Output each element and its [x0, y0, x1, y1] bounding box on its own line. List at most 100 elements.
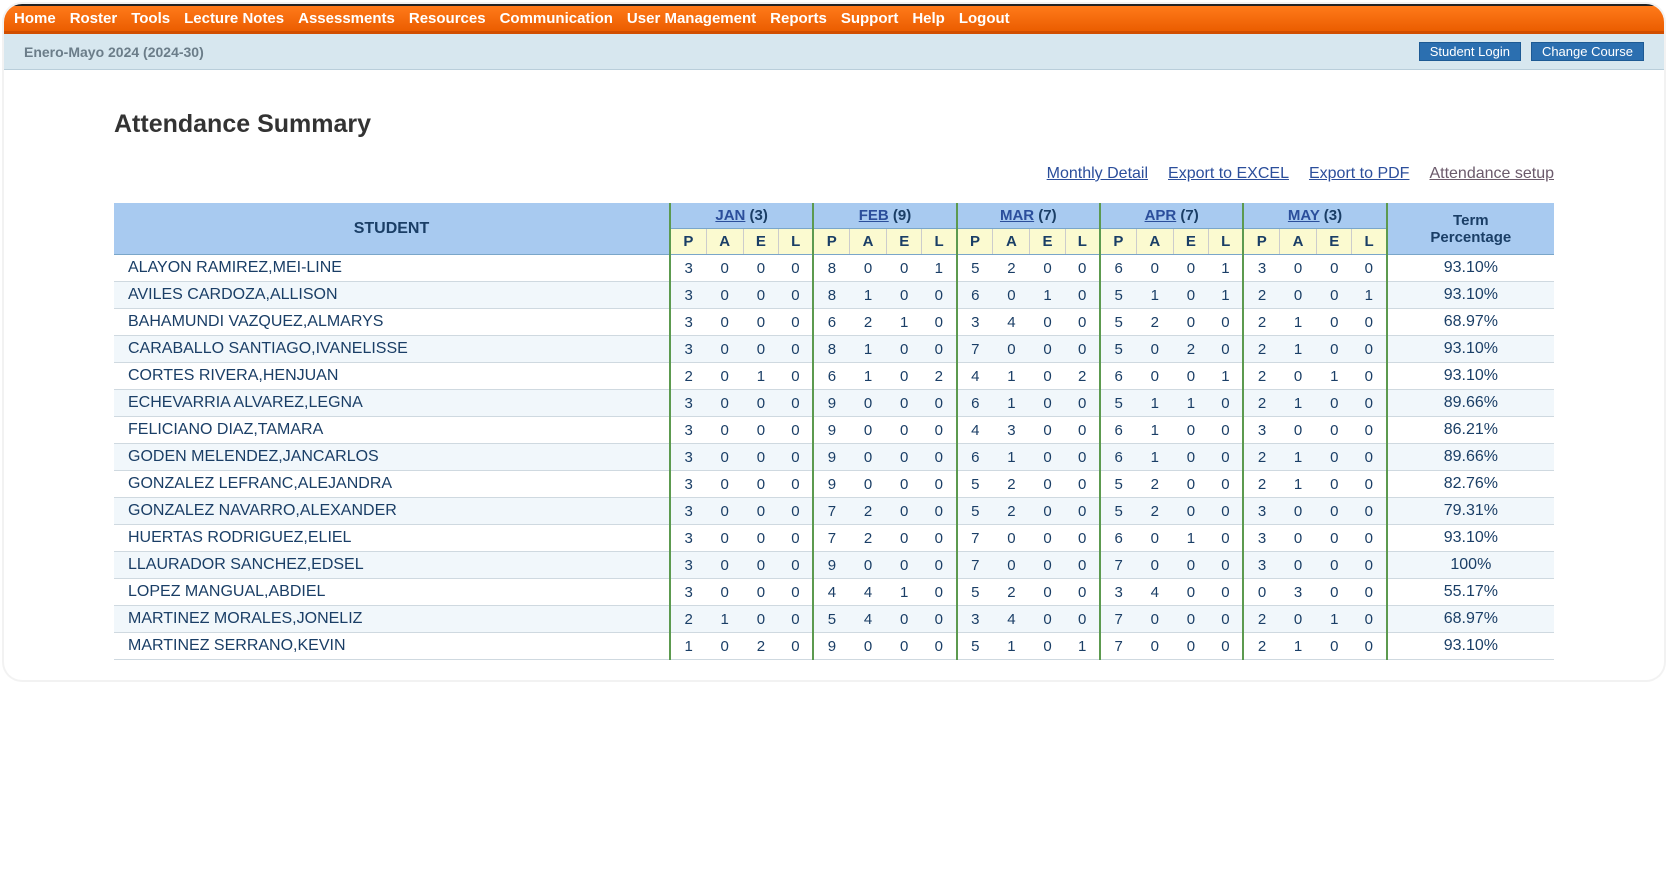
cell: 0 [1280, 282, 1317, 309]
pael-header: E [743, 229, 778, 255]
cell: 3 [670, 417, 706, 444]
term-percentage: 86.21% [1387, 417, 1554, 444]
cell: 0 [1173, 633, 1208, 660]
cell: 1 [1136, 444, 1173, 471]
nav-help[interactable]: Help [912, 10, 945, 27]
cell: 0 [779, 606, 814, 633]
student-name[interactable]: ECHEVARRIA ALVAREZ,LEGNA [114, 390, 670, 417]
student-login-button[interactable]: Student Login [1419, 42, 1521, 61]
cell: 0 [1317, 552, 1352, 579]
table-row: BAHAMUNDI VAZQUEZ,ALMARYS300062103400520… [114, 309, 1554, 336]
student-name[interactable]: LOPEZ MANGUAL,ABDIEL [114, 579, 670, 606]
cell: 0 [993, 336, 1030, 363]
cell: 0 [1209, 444, 1244, 471]
student-name[interactable]: MARTINEZ MORALES,JONELIZ [114, 606, 670, 633]
monthly-detail-link[interactable]: Monthly Detail [1047, 165, 1148, 183]
cell: 0 [1030, 255, 1065, 282]
cell: 0 [1352, 633, 1387, 660]
cell: 0 [706, 633, 743, 660]
attendance-setup-link[interactable]: Attendance setup [1429, 165, 1554, 183]
cell: 0 [1317, 282, 1352, 309]
student-name[interactable]: FELICIANO DIAZ,TAMARA [114, 417, 670, 444]
cell: 0 [706, 309, 743, 336]
pael-header: L [1209, 229, 1244, 255]
cell: 0 [1352, 525, 1387, 552]
cell: 6 [1100, 444, 1136, 471]
cell: 2 [1136, 471, 1173, 498]
nav-user-management[interactable]: User Management [627, 10, 756, 27]
cell: 0 [1065, 336, 1100, 363]
cell: 5 [957, 633, 993, 660]
cell: 0 [1209, 309, 1244, 336]
cell: 9 [813, 633, 849, 660]
cell: 2 [1243, 309, 1279, 336]
cell: 2 [1243, 606, 1279, 633]
cell: 0 [1317, 471, 1352, 498]
student-name[interactable]: LLAURADOR SANCHEZ,EDSEL [114, 552, 670, 579]
nav-assessments[interactable]: Assessments [298, 10, 395, 27]
cell: 0 [1065, 552, 1100, 579]
student-name[interactable]: ALAYON RAMIREZ,MEI-LINE [114, 255, 670, 282]
pael-header: A [993, 229, 1030, 255]
cell: 6 [1100, 363, 1136, 390]
cell: 1 [1136, 417, 1173, 444]
student-name[interactable]: HUERTAS RODRIGUEZ,ELIEL [114, 525, 670, 552]
cell: 0 [1136, 255, 1173, 282]
nav-home[interactable]: Home [14, 10, 56, 27]
cell: 0 [1209, 579, 1244, 606]
cell: 0 [1173, 282, 1208, 309]
nav-communication[interactable]: Communication [500, 10, 613, 27]
cell: 2 [1173, 336, 1208, 363]
cell: 0 [887, 471, 922, 498]
term-percentage: 93.10% [1387, 363, 1554, 390]
cell: 0 [1030, 552, 1065, 579]
export-pdf-link[interactable]: Export to PDF [1309, 165, 1409, 183]
nav-support[interactable]: Support [841, 10, 899, 27]
nav-tools[interactable]: Tools [131, 10, 170, 27]
student-name[interactable]: GONZALEZ NAVARRO,ALEXANDER [114, 498, 670, 525]
nav-resources[interactable]: Resources [409, 10, 486, 27]
pael-header: E [1030, 229, 1065, 255]
cell: 0 [1065, 282, 1100, 309]
pael-header: P [957, 229, 993, 255]
cell: 0 [1173, 255, 1208, 282]
cell: 2 [743, 633, 778, 660]
cell: 0 [1317, 444, 1352, 471]
nav-lecture-notes[interactable]: Lecture Notes [184, 10, 284, 27]
month-header-jan[interactable]: JAN (3) [670, 203, 813, 229]
cell: 1 [1136, 282, 1173, 309]
month-header-mar[interactable]: MAR (7) [957, 203, 1100, 229]
student-name[interactable]: GODEN MELENDEZ,JANCARLOS [114, 444, 670, 471]
student-name[interactable]: CORTES RIVERA,HENJUAN [114, 363, 670, 390]
cell: 4 [993, 606, 1030, 633]
month-header-feb[interactable]: FEB (9) [813, 203, 956, 229]
cell: 0 [922, 444, 957, 471]
cell: 0 [1136, 606, 1173, 633]
cell: 0 [1173, 579, 1208, 606]
cell: 3 [670, 444, 706, 471]
cell: 2 [1243, 363, 1279, 390]
page-title: Attendance Summary [114, 110, 1554, 139]
table-row: AVILES CARDOZA,ALLISON300081006010510120… [114, 282, 1554, 309]
student-name[interactable]: BAHAMUNDI VAZQUEZ,ALMARYS [114, 309, 670, 336]
student-name[interactable]: GONZALEZ LEFRANC,ALEJANDRA [114, 471, 670, 498]
pael-header: A [706, 229, 743, 255]
student-name[interactable]: AVILES CARDOZA,ALLISON [114, 282, 670, 309]
table-row: CORTES RIVERA,HENJUAN2010610241026001201… [114, 363, 1554, 390]
export-excel-link[interactable]: Export to EXCEL [1168, 165, 1289, 183]
cell: 1 [706, 606, 743, 633]
change-course-button[interactable]: Change Course [1531, 42, 1644, 61]
month-header-apr[interactable]: APR (7) [1100, 203, 1243, 229]
cell: 0 [1317, 579, 1352, 606]
nav-logout[interactable]: Logout [959, 10, 1010, 27]
nav-reports[interactable]: Reports [770, 10, 827, 27]
cell: 4 [1136, 579, 1173, 606]
student-name[interactable]: CARABALLO SANTIAGO,IVANELISSE [114, 336, 670, 363]
cell: 7 [957, 525, 993, 552]
term-percentage: 89.66% [1387, 390, 1554, 417]
table-row: MARTINEZ MORALES,JONELIZ2100540034007000… [114, 606, 1554, 633]
student-name[interactable]: MARTINEZ SERRANO,KEVIN [114, 633, 670, 660]
cell: 9 [813, 444, 849, 471]
nav-roster[interactable]: Roster [70, 10, 118, 27]
month-header-may[interactable]: MAY (3) [1243, 203, 1386, 229]
